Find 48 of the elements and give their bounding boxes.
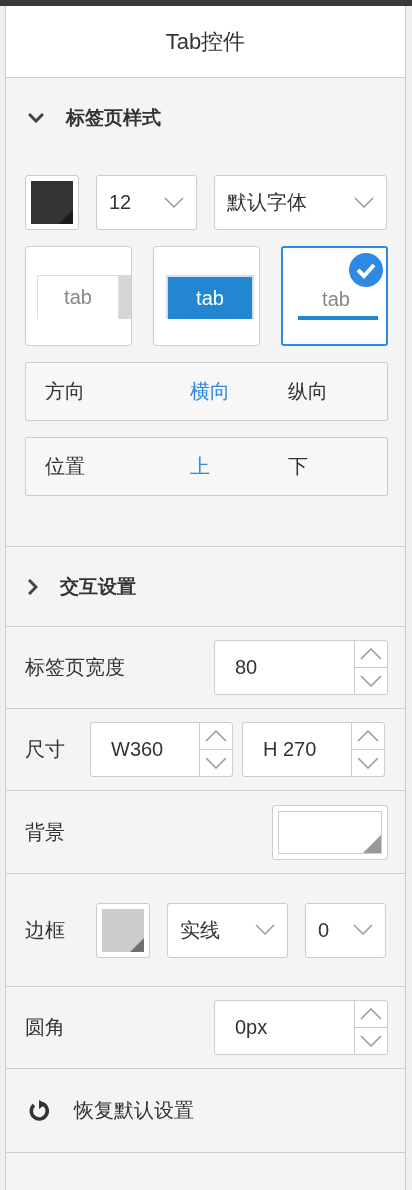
option-label: 方向 [45, 379, 86, 404]
tab-preview: tab [37, 275, 119, 319]
color-swatch[interactable] [272, 804, 388, 860]
option-toggle[interactable]: 纵向 [288, 378, 386, 405]
number-input[interactable]: 0px [215, 1001, 354, 1054]
tab-preview: tab [321, 288, 351, 311]
check-icon [349, 253, 383, 287]
chevron-up-icon[interactable] [205, 730, 227, 742]
property-label: 背景 [25, 819, 66, 845]
chevron-down-icon [354, 196, 374, 209]
number-field[interactable]: H 270 [242, 722, 385, 777]
line-style-select[interactable]: 实线 [167, 902, 288, 958]
tab-preview: tab [166, 275, 254, 319]
style-preset-card[interactable]: tab [281, 246, 388, 346]
chevron-down-icon [255, 924, 275, 936]
property-label: 圆角 [25, 1015, 66, 1040]
property-label: 尺寸 [25, 737, 66, 762]
chevron-up-icon[interactable] [357, 730, 379, 742]
reset-icon [28, 1099, 50, 1122]
chevron-down-icon[interactable] [360, 1035, 382, 1047]
number-input[interactable]: H 270 [243, 723, 351, 776]
color-swatch[interactable] [25, 175, 79, 230]
number-input[interactable]: W360 [91, 723, 199, 776]
chevron-down-icon [353, 924, 373, 936]
number-input[interactable]: 80 [215, 641, 354, 694]
panel-title: Tab控件 [165, 27, 246, 56]
chevron-up-icon[interactable] [360, 1008, 382, 1020]
property-label: 标签页宽度 [25, 655, 126, 680]
chevron-down-icon[interactable] [205, 757, 227, 769]
chevron-up-icon[interactable] [360, 648, 382, 660]
style-preset-card[interactable]: tab [153, 246, 260, 346]
option-toggle[interactable]: 下 [288, 453, 386, 480]
chevron-down-icon[interactable] [360, 675, 382, 687]
chevron-down-icon [164, 196, 184, 209]
number-field[interactable]: 80 [214, 640, 388, 695]
font-size-select[interactable]: 12 [96, 175, 197, 230]
reset-button[interactable]: 恢复默认设置 [74, 1097, 194, 1124]
property-label: 边框 [25, 917, 66, 943]
font-family-select[interactable]: 默认字体 [214, 175, 387, 230]
section-header[interactable]: 标签页样式 [6, 78, 405, 157]
color-swatch[interactable] [96, 902, 150, 958]
chevron-down-icon[interactable] [357, 757, 379, 769]
option-label: 位置 [45, 454, 86, 479]
number-field[interactable]: 0px [214, 1000, 388, 1055]
section-header[interactable]: 交互设置 [6, 547, 405, 626]
width-select[interactable]: 0 [305, 902, 386, 958]
style-preset-card[interactable]: tab [25, 246, 132, 346]
number-field[interactable]: W360 [90, 722, 233, 777]
